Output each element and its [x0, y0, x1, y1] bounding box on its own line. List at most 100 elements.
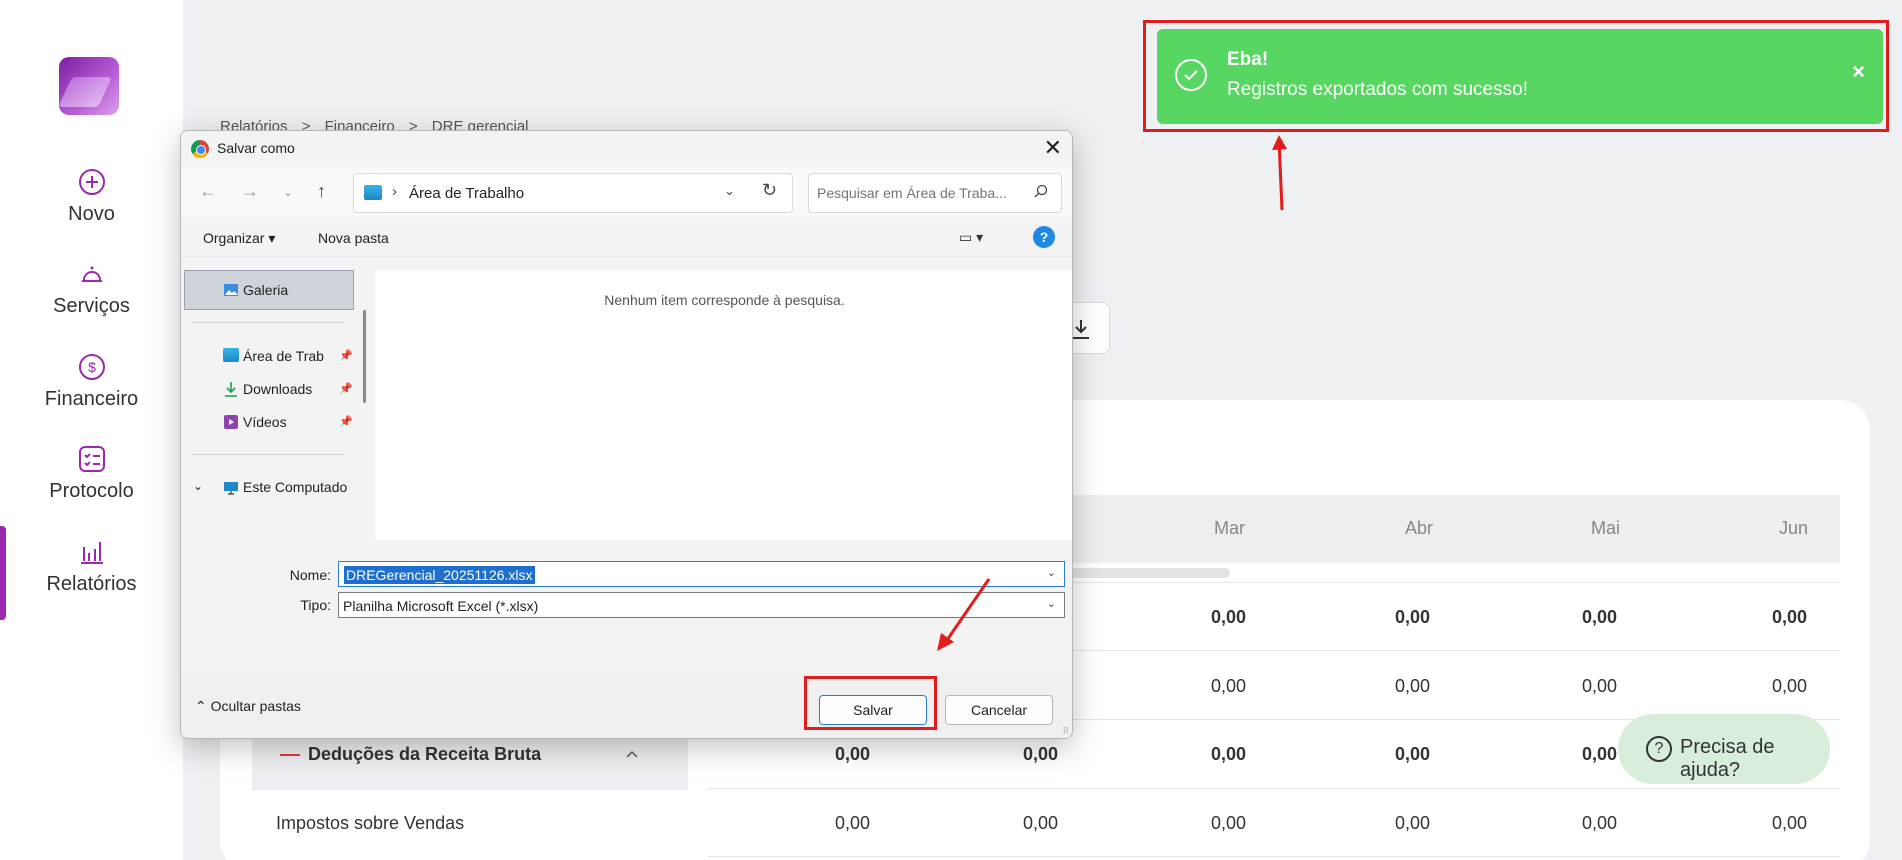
table-cell: 0,00: [1210, 676, 1246, 696]
sidebar-item-novo[interactable]: Novo: [0, 167, 183, 226]
nav-item-downloads[interactable]: Downloads: [243, 381, 312, 397]
nav-scrollbar[interactable]: [363, 310, 366, 403]
chevron-down-icon[interactable]: ⌄: [1047, 597, 1056, 610]
filetype-label: Tipo:: [300, 597, 331, 613]
navigation-pane: Galeria Área de Trab 📌 Downloads 📌 Vídeo…: [181, 270, 366, 540]
nav-item-videos[interactable]: Vídeos: [243, 414, 287, 430]
sidebar-item-label: Financeiro: [44, 388, 139, 410]
row-divider: [708, 788, 1840, 789]
nav-item-gallery[interactable]: Galeria: [243, 282, 288, 298]
filetype-select[interactable]: Planilha Microsoft Excel (*.xlsx) ⌄: [338, 592, 1065, 618]
svg-text:$: $: [88, 359, 96, 375]
sidebar-item-label: Protocolo: [49, 480, 134, 502]
bell-service-icon: [81, 266, 102, 282]
empty-message: Nenhum item corresponde à pesquisa.: [604, 292, 845, 308]
sidebar-item-protocolo[interactable]: Protocolo: [0, 444, 183, 503]
table-cell: 0,00: [1771, 607, 1807, 627]
table-cell: 0,00: [1581, 607, 1617, 627]
search-input[interactable]: [817, 182, 1017, 204]
filetype-value: Planilha Microsoft Excel (*.xlsx): [343, 598, 539, 614]
desktop-icon: [223, 348, 239, 362]
address-separator: ›: [392, 183, 397, 200]
chevron-down-icon[interactable]: ⌄: [724, 183, 735, 199]
sidebar-item-servicos[interactable]: Serviços: [0, 259, 183, 318]
question-icon: ?: [1646, 736, 1672, 762]
table-cell: 0,00: [1210, 813, 1246, 833]
new-folder-button[interactable]: Nova pasta: [318, 230, 389, 246]
chrome-icon: [191, 140, 209, 158]
gallery-icon: [224, 284, 238, 296]
column-header: Mar: [1214, 518, 1245, 538]
success-toast: Eba! Registros exportados com sucesso! ×: [1157, 29, 1883, 124]
view-options-icon[interactable]: ▭ ▾: [959, 229, 983, 246]
table-cell: 0,00: [1771, 813, 1807, 833]
dollar-circle-icon: $: [78, 354, 105, 380]
recent-chevron-icon[interactable]: ⌄: [283, 185, 293, 199]
check-circle-icon: [1175, 59, 1207, 91]
table-cell: 0,00: [1581, 676, 1617, 696]
pin-icon: 📌: [339, 350, 353, 362]
save-as-dialog: Salvar como ✕ ← → ⌄ ↑ › Área de Trabalho…: [180, 130, 1073, 739]
plus-circle-icon: [78, 169, 105, 195]
toast-title: Eba!: [1227, 49, 1269, 70]
refresh-icon[interactable]: ↻: [762, 180, 777, 201]
chevron-up-icon[interactable]: [624, 746, 640, 762]
computer-icon: [224, 482, 238, 495]
organize-menu[interactable]: Organizar ▾: [203, 230, 275, 247]
download-icon: [1073, 320, 1089, 339]
help-button[interactable]: ? Precisa de ajuda?: [1618, 714, 1830, 784]
chevron-up-icon: ⌃: [195, 698, 211, 714]
column-header: Mai: [1591, 518, 1621, 538]
toast-message: Registros exportados com sucesso!: [1227, 79, 1528, 100]
dialog-close-button[interactable]: ✕: [1044, 135, 1062, 161]
help-icon[interactable]: ?: [1033, 226, 1055, 248]
row-divider: [708, 856, 1840, 857]
back-arrow-icon[interactable]: ←: [199, 181, 217, 202]
pin-icon: 📌: [339, 383, 353, 395]
nav-item-desktop[interactable]: Área de Trab: [243, 348, 324, 364]
column-header: Abr: [1405, 518, 1434, 538]
address-path: Área de Trabalho: [409, 185, 525, 202]
chevron-down-icon[interactable]: ⌄: [1047, 566, 1056, 579]
dialog-footer: ⌃ Ocultar pastas Salvar Cancelar ⠿: [181, 670, 1072, 738]
filename-input[interactable]: DREGerencial_20251126.xlsx ⌄: [338, 561, 1065, 587]
resize-grip-icon[interactable]: ⠿: [1062, 726, 1069, 737]
sidebar-item-relatorios[interactable]: Relatórios: [0, 537, 183, 596]
pin-icon: 📌: [339, 416, 353, 428]
search-box[interactable]: [808, 173, 1062, 213]
address-bar[interactable]: › Área de Trabalho ⌄ ↻: [353, 173, 793, 213]
filename-form: Nome: DREGerencial_20251126.xlsx ⌄ Tipo:…: [181, 540, 1072, 670]
hide-folders-toggle[interactable]: ⌃ Ocultar pastas: [195, 698, 301, 715]
table-cell: 0,00: [1210, 607, 1246, 627]
table-cell: 0,00: [1581, 744, 1617, 764]
nav-item-this-pc[interactable]: Este Computado: [243, 479, 347, 495]
dialog-toolbar: Organizar ▾ Nova pasta ▭ ▾ ?: [181, 217, 1072, 257]
app-logo[interactable]: [59, 57, 119, 115]
cancel-button[interactable]: Cancelar: [945, 695, 1053, 725]
table-scrollbar[interactable]: [1070, 568, 1230, 578]
filename-value: DREGerencial_20251126.xlsx: [344, 566, 535, 584]
up-arrow-icon[interactable]: ↑: [317, 181, 326, 202]
sidebar-item-label: Serviços: [53, 295, 130, 317]
save-highlight-box: [804, 676, 937, 730]
videos-icon: [224, 415, 238, 429]
toast-close-button[interactable]: ×: [1852, 59, 1865, 85]
search-icon[interactable]: [1033, 184, 1049, 200]
table-cell: 0,00: [1022, 744, 1058, 764]
expand-chevron-icon[interactable]: ⌄: [193, 479, 203, 493]
dialog-titlebar[interactable]: Salvar como ✕: [181, 131, 1072, 167]
table-cell: 0,00: [1022, 813, 1058, 833]
row-label: Impostos sobre Vendas: [276, 813, 465, 833]
table-cell: 0,00: [834, 744, 870, 764]
table-cell: 0,00: [1394, 744, 1430, 764]
file-list[interactable]: Nenhum item corresponde à pesquisa.: [375, 270, 1072, 540]
download-icon: [225, 382, 237, 397]
sidebar-item-financeiro[interactable]: $ Financeiro: [0, 352, 183, 411]
sidebar-item-label: Novo: [68, 203, 115, 225]
sidebar-item-label: Relatórios: [46, 573, 137, 595]
dialog-title: Salvar como: [217, 140, 295, 156]
table-cell: 0,00: [1394, 676, 1430, 696]
forward-arrow-icon[interactable]: →: [241, 181, 259, 202]
table-cell: 0,00: [1210, 744, 1246, 764]
sidebar: Novo Serviços $ Financeiro Protocolo Rel…: [0, 0, 183, 860]
